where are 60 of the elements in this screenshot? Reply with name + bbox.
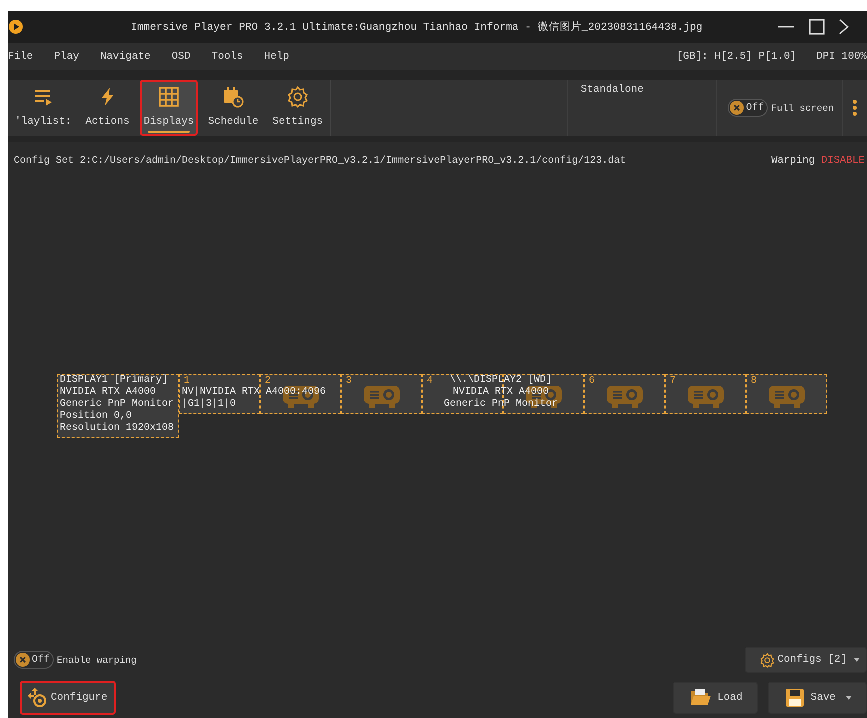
menu-item[interactable]: OSD <box>172 50 191 62</box>
save-button[interactable]: Save <box>768 682 867 714</box>
projector-icon <box>362 384 402 410</box>
toolbar-button[interactable]: Actions <box>82 80 134 136</box>
display-info: \\.\DISPLAY2 [WD] <box>449 375 554 387</box>
toolbar-button[interactable]: Settings <box>268 80 328 136</box>
display-info: Generic PnP Monitor <box>60 399 174 410</box>
display-info: Resolution 1920x108 <box>60 423 174 435</box>
display-info: DISPLAY1 [Primary] <box>60 375 170 387</box>
projector-icon <box>767 384 807 410</box>
warping-status: Warping DISABLE <box>771 155 865 167</box>
window-title: Immersive Player PRO 3.2.1 Ultimate:Guangzhou Tianhao Informa - 微信图片_20230831164438.jpg <box>131 20 703 34</box>
toolbar-button[interactable]: 'laylist: <box>11 80 76 136</box>
status-text: [GB]: H[2.5] P[1.0] <box>676 50 797 62</box>
caret-icon <box>846 696 852 700</box>
close-icon[interactable] <box>838 19 849 35</box>
mode-label: Standalone <box>580 84 644 96</box>
toolbar-button[interactable]: Displays <box>140 80 198 136</box>
configure-button[interactable]: Configure <box>20 681 116 715</box>
slot-number: 1 <box>184 376 190 387</box>
slot-number: 8 <box>751 376 758 387</box>
gear-icon <box>286 86 309 108</box>
display-info: NVIDIA RTX A4000 <box>60 387 158 398</box>
close-icon <box>16 653 30 667</box>
slot-number: 2 <box>265 376 272 387</box>
display-info: NVIDIA RTX A4000 <box>452 387 550 398</box>
grid-icon <box>158 86 180 108</box>
load-button[interactable]: Load <box>672 682 758 714</box>
caret-icon <box>854 658 860 662</box>
slot-number: 7 <box>670 376 676 387</box>
projector-icon <box>605 384 645 410</box>
floppy-icon <box>784 688 805 708</box>
display-info: NV|NVIDIA RTX A4000:4096 <box>182 387 326 398</box>
status-text: DPI 100% <box>816 50 867 62</box>
menu-item[interactable]: File <box>8 50 34 62</box>
slot-number: 6 <box>589 376 596 387</box>
projector-icon <box>686 384 726 410</box>
display-info: Generic PnP Monitor <box>444 399 558 411</box>
toggle-switch[interactable]: Off <box>728 99 768 117</box>
toolbar-button[interactable]: Schedule <box>204 80 263 136</box>
toggle-label: Full screen <box>771 102 834 114</box>
configs-button[interactable]: Configs [2] <box>744 647 867 673</box>
maximize-icon[interactable] <box>808 19 825 35</box>
toggle-switch[interactable]: Off <box>14 651 54 669</box>
slot-number: 3 <box>346 376 352 387</box>
toggle-label: Enable warping <box>57 654 137 666</box>
move-gear-icon <box>28 688 48 708</box>
menu-item[interactable]: Navigate <box>100 50 151 62</box>
slot-number: 4 <box>427 376 434 387</box>
gear-icon <box>760 652 775 668</box>
menu-item[interactable]: Help <box>264 50 290 62</box>
calendar-clock-icon <box>222 86 244 108</box>
folder-icon <box>690 688 712 708</box>
config-path: Config Set 2:C:/Users/admin/Desktop/ImmersivePlayerPRO_v3.2.1/ImmersivePlayerPRO_v3.2.1/config/123.dat <box>14 156 626 166</box>
menu-item[interactable]: Tools <box>212 50 244 62</box>
display-info: |G1|3|1|0 <box>182 399 238 411</box>
display-layout[interactable]: DISPLAY1 [Primary] NVIDIA RTX A4000 Generic PnP Monitor Position 0,0 Resolution 1920x108 1 NV|NVIDIA RTX A4000:4096 |G1|3|1|0 2 3 4 \\.\DISPLAY2 [WD] NVIDIA RTX A4000 Generic PnP Monitor 6 7 8 <box>57 374 830 438</box>
close-icon <box>730 101 744 115</box>
menu-item[interactable]: Play <box>54 50 80 62</box>
display-info: Position 0,0 <box>60 411 134 422</box>
